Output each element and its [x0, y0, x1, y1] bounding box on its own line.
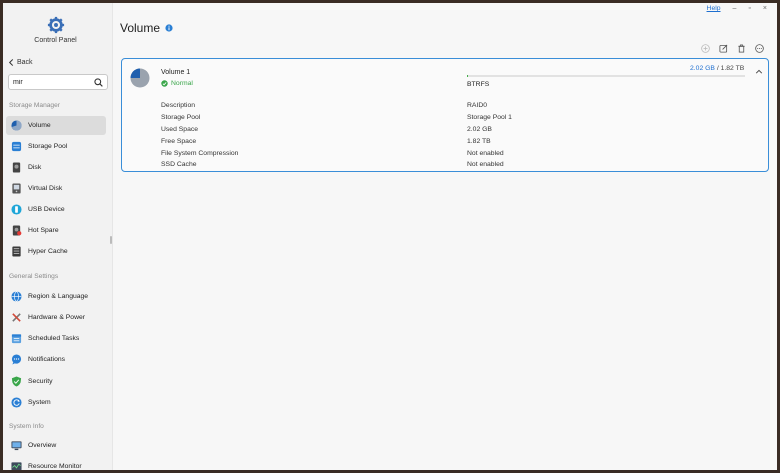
- edit-icon[interactable]: [719, 44, 728, 53]
- sidebar-scrollbar[interactable]: [110, 236, 112, 244]
- info-icon[interactable]: [165, 24, 173, 32]
- sidebar-item-label: Overview: [28, 442, 57, 449]
- section-general-settings: General Settings: [9, 273, 59, 280]
- sidebar-item-label: Virtual Disk: [28, 185, 63, 192]
- sidebar-item-label: Hyper Cache: [28, 248, 68, 255]
- chevron-up-icon[interactable]: [755, 68, 763, 76]
- sidebar-item-hot-spare[interactable]: Hot Spare: [6, 221, 106, 240]
- volume-pie-icon: [11, 120, 22, 131]
- chat-bubble-icon: [11, 354, 22, 365]
- sidebar-item-region-language[interactable]: Region & Language: [6, 287, 106, 306]
- delete-icon[interactable]: [737, 44, 746, 53]
- prop-value-free-space: 1.82 TB: [467, 138, 491, 145]
- sidebar-item-hardware-power[interactable]: Hardware & Power: [6, 308, 106, 327]
- prop-value-storage-pool: Storage Pool 1: [467, 114, 512, 121]
- filesystem-type: BTRFS: [467, 81, 490, 88]
- close-button[interactable]: ×: [763, 5, 767, 12]
- sidebar-item-label: System: [28, 399, 51, 406]
- sidebar-item-notifications[interactable]: Notifications: [6, 350, 106, 369]
- volume-status-label: Normal: [171, 80, 193, 87]
- prop-label-compression: File System Compression: [161, 150, 239, 157]
- tools-icon: [12, 313, 21, 322]
- usage-bar-fill: [467, 75, 469, 77]
- section-system-info: System Info: [9, 423, 44, 430]
- sidebar-item-system[interactable]: System: [6, 393, 106, 412]
- prop-value-used-space: 2.02 GB: [467, 126, 492, 133]
- app-title: Control Panel: [34, 37, 77, 44]
- monitor-icon: [11, 441, 22, 451]
- sidebar-item-security[interactable]: Security: [6, 372, 106, 391]
- sidebar-item-label: Scheduled Tasks: [28, 335, 80, 342]
- sidebar-item-label: Region & Language: [28, 293, 89, 300]
- sidebar-item-scheduled-tasks[interactable]: Scheduled Tasks: [6, 329, 106, 348]
- usage-bar: [467, 75, 745, 77]
- sidebar-item-label: Storage Pool: [28, 143, 68, 150]
- check-circle-icon: [161, 80, 168, 87]
- total-size: 1.82 TB: [720, 65, 745, 72]
- sidebar-item-label: Hot Spare: [28, 227, 59, 234]
- volume-usage: 2.02 GB / 1.82 TB: [690, 65, 744, 72]
- sidebar-item-storage-pool[interactable]: Storage Pool: [6, 137, 106, 156]
- minimize-button[interactable]: –: [733, 5, 737, 12]
- help-link[interactable]: Help: [707, 5, 721, 12]
- prop-value-description: RAID0: [467, 102, 488, 109]
- sidebar-item-resource-monitor[interactable]: Resource Monitor: [6, 457, 106, 470]
- control-panel-gear-icon: [47, 16, 65, 34]
- back-button[interactable]: Back: [8, 59, 33, 66]
- control-panel-window: Control Panel Back Storage Manager Volum…: [3, 3, 777, 470]
- sidebar-item-overview[interactable]: Overview: [6, 436, 106, 455]
- shield-icon: [11, 376, 22, 387]
- disk-icon: [12, 162, 21, 173]
- page-title: Volume: [120, 21, 161, 35]
- more-icon[interactable]: [755, 44, 764, 53]
- back-label: Back: [17, 59, 33, 66]
- prop-value-ssd-cache: Not enabled: [467, 161, 504, 168]
- hot-spare-icon: [12, 225, 22, 236]
- sidebar-item-disk[interactable]: Disk: [6, 158, 106, 177]
- sidebar-item-usb-device[interactable]: USB Device: [6, 200, 106, 219]
- prop-label-used-space: Used Space: [161, 126, 199, 133]
- prop-label-ssd-cache: SSD Cache: [161, 161, 197, 168]
- used-size: 2.02 GB: [690, 65, 715, 72]
- section-storage-manager: Storage Manager: [9, 102, 60, 109]
- sidebar-item-volume[interactable]: Volume: [6, 116, 106, 135]
- sidebar-item-label: Hardware & Power: [28, 314, 86, 321]
- sidebar-item-hyper-cache[interactable]: Hyper Cache: [6, 242, 106, 261]
- globe-icon: [11, 291, 22, 302]
- sidebar: Control Panel Back Storage Manager Volum…: [3, 3, 113, 470]
- virtual-disk-icon: [12, 183, 21, 194]
- search-box[interactable]: [8, 74, 108, 90]
- usb-icon: [11, 204, 22, 215]
- page-title-row: Volume: [120, 21, 173, 35]
- volume-pie-icon: [130, 68, 150, 88]
- storage-pool-icon: [11, 141, 22, 152]
- window-titlebar-controls: Help – ▫ ×: [707, 5, 767, 12]
- refresh-icon: [11, 397, 22, 408]
- search-input[interactable]: [13, 78, 93, 86]
- sidebar-item-label: Resource Monitor: [28, 463, 82, 470]
- volume-card[interactable]: Volume 1 Normal 2.02 GB / 1.82 TB BTRFS …: [121, 58, 769, 172]
- sidebar-item-virtual-disk[interactable]: Virtual Disk: [6, 179, 106, 198]
- hyper-cache-icon: [12, 246, 21, 257]
- sidebar-item-label: Security: [28, 378, 53, 385]
- chevron-left-icon: [8, 59, 14, 66]
- search-icon[interactable]: [94, 78, 103, 87]
- sidebar-item-label: Volume: [28, 122, 51, 129]
- calendar-icon: [11, 334, 22, 344]
- prop-label-description: Description: [161, 102, 195, 109]
- prop-label-storage-pool: Storage Pool: [161, 114, 201, 121]
- volume-name: Volume 1: [161, 69, 191, 76]
- maximize-button[interactable]: ▫: [748, 5, 750, 12]
- volume-toolbar: [701, 44, 764, 53]
- prop-label-free-space: Free Space: [161, 138, 197, 145]
- resource-monitor-icon: [11, 462, 22, 470]
- volume-status: Normal: [161, 80, 193, 87]
- sidebar-item-label: USB Device: [28, 206, 65, 213]
- sidebar-item-label: Disk: [28, 164, 42, 171]
- prop-value-compression: Not enabled: [467, 150, 504, 157]
- sidebar-item-label: Notifications: [28, 356, 66, 363]
- add-icon[interactable]: [701, 44, 710, 53]
